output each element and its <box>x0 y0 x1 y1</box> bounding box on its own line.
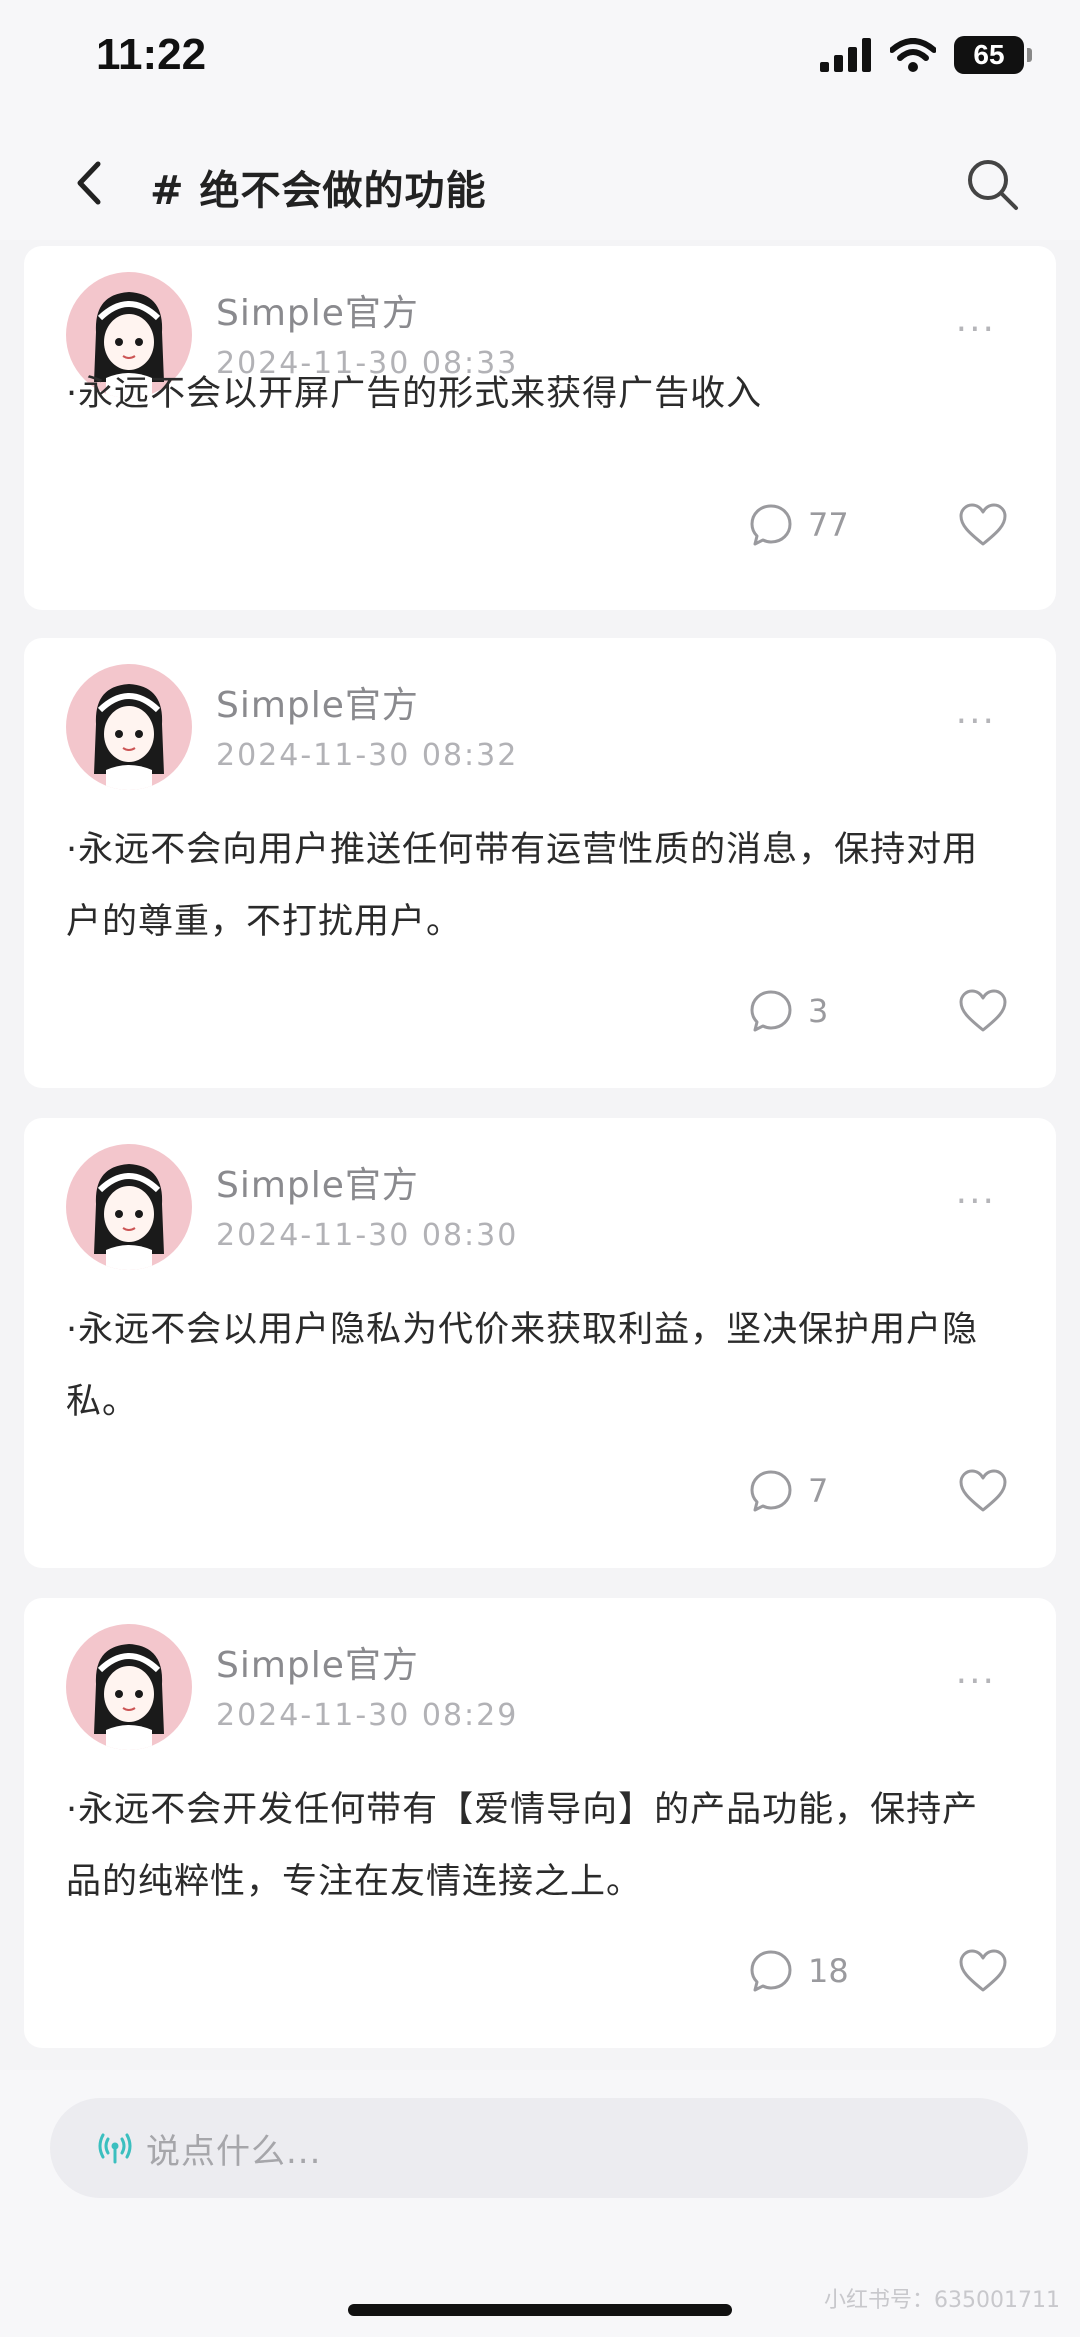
home-indicator <box>348 2304 732 2316</box>
author-name[interactable]: Simple官方 <box>216 1156 419 1208</box>
post-time: 2024-11-30 08:30 <box>216 1218 519 1253</box>
like-icon[interactable] <box>958 988 1008 1034</box>
post-text: ·永远不会以开屏广告的形式来获得广告收入 <box>66 374 763 414</box>
comment-icon <box>750 990 792 1032</box>
post-actions: 3 <box>748 988 1008 1034</box>
comment-count: 3 <box>808 992 829 1030</box>
post-time: 2024-11-30 08:32 <box>216 738 519 773</box>
watermark: 小红书号：635001711 <box>824 2288 1060 2313</box>
avatar[interactable] <box>66 1624 192 1750</box>
post-card[interactable]: Simple官方 2024-11-30 08:30 ··· ·永远不会以用户隐私… <box>24 1118 1056 1568</box>
author-name[interactable]: Simple官方 <box>216 676 419 728</box>
search-icon[interactable] <box>964 156 1020 212</box>
more-options-icon[interactable]: ··· <box>956 312 996 348</box>
screen: 11:22 65 # 绝不会做的功能 Simple官方 2024-11-30 0… <box>0 0 1080 2337</box>
more-options-icon[interactable]: ··· <box>956 1184 996 1220</box>
more-options-icon[interactable]: ··· <box>956 1664 996 1700</box>
post-actions: 77 <box>748 502 1008 548</box>
post-card[interactable]: Simple官方 2024-11-30 08:33 ··· ·永远不会以开屏广告… <box>24 246 1056 610</box>
status-time: 11:22 <box>96 30 207 79</box>
post-actions: 7 <box>748 1468 1008 1514</box>
page-title: # 绝不会做的功能 <box>150 168 487 214</box>
comment-icon <box>750 504 792 546</box>
comment-icon <box>750 1950 792 1992</box>
broadcast-icon <box>98 2133 132 2164</box>
comment-count: 7 <box>808 1472 829 1510</box>
comment-button[interactable]: 77 <box>748 502 858 548</box>
status-bar: 11:22 65 <box>0 0 1080 120</box>
nav-bar: # 绝不会做的功能 <box>0 120 1080 240</box>
status-icons: 65 <box>820 36 1032 74</box>
post-time: 2024-11-30 08:29 <box>216 1698 519 1733</box>
comment-button[interactable]: 18 <box>748 1948 858 1994</box>
avatar-illustration <box>94 684 164 790</box>
avatar[interactable] <box>66 664 192 790</box>
comment-input[interactable]: 说点什么... <box>50 2098 1028 2198</box>
comment-button[interactable]: 3 <box>748 988 858 1034</box>
wifi-icon <box>890 38 936 72</box>
comment-button[interactable]: 7 <box>748 1468 858 1514</box>
signal-icon <box>820 38 871 72</box>
like-icon[interactable] <box>958 502 1008 548</box>
avatar-illustration <box>94 1164 164 1270</box>
input-placeholder: 说点什么... <box>146 2131 322 2172</box>
post-card[interactable]: Simple官方 2024-11-30 08:29 ··· ·永远不会开发任何带… <box>24 1598 1056 2048</box>
post-text: ·永远不会开发任何带有【爱情导向】的产品功能，保持产品的纯粹性，专注在友情连接之… <box>66 1790 979 1902</box>
back-button[interactable] <box>70 158 110 208</box>
post-text: ·永远不会向用户推送任何带有运营性质的消息，保持对用户的尊重，不打扰用户。 <box>66 830 979 942</box>
avatar[interactable] <box>66 1144 192 1270</box>
battery-indicator: 65 <box>954 36 1032 74</box>
avatar-illustration <box>94 1644 164 1750</box>
post-card[interactable]: Simple官方 2024-11-30 08:32 ··· ·永远不会向用户推送… <box>24 638 1056 1088</box>
more-options-icon[interactable]: ··· <box>956 704 996 740</box>
comment-count: 18 <box>808 1952 849 1990</box>
post-text: ·永远不会以用户隐私为代价来获取利益，坚决保护用户隐私。 <box>66 1310 979 1422</box>
author-name[interactable]: Simple官方 <box>216 1636 419 1688</box>
like-icon[interactable] <box>958 1468 1008 1514</box>
post-actions: 18 <box>748 1948 1008 1994</box>
comment-icon <box>750 1470 792 1512</box>
comment-count: 77 <box>808 506 849 544</box>
like-icon[interactable] <box>958 1948 1008 1994</box>
author-name[interactable]: Simple官方 <box>216 284 419 336</box>
